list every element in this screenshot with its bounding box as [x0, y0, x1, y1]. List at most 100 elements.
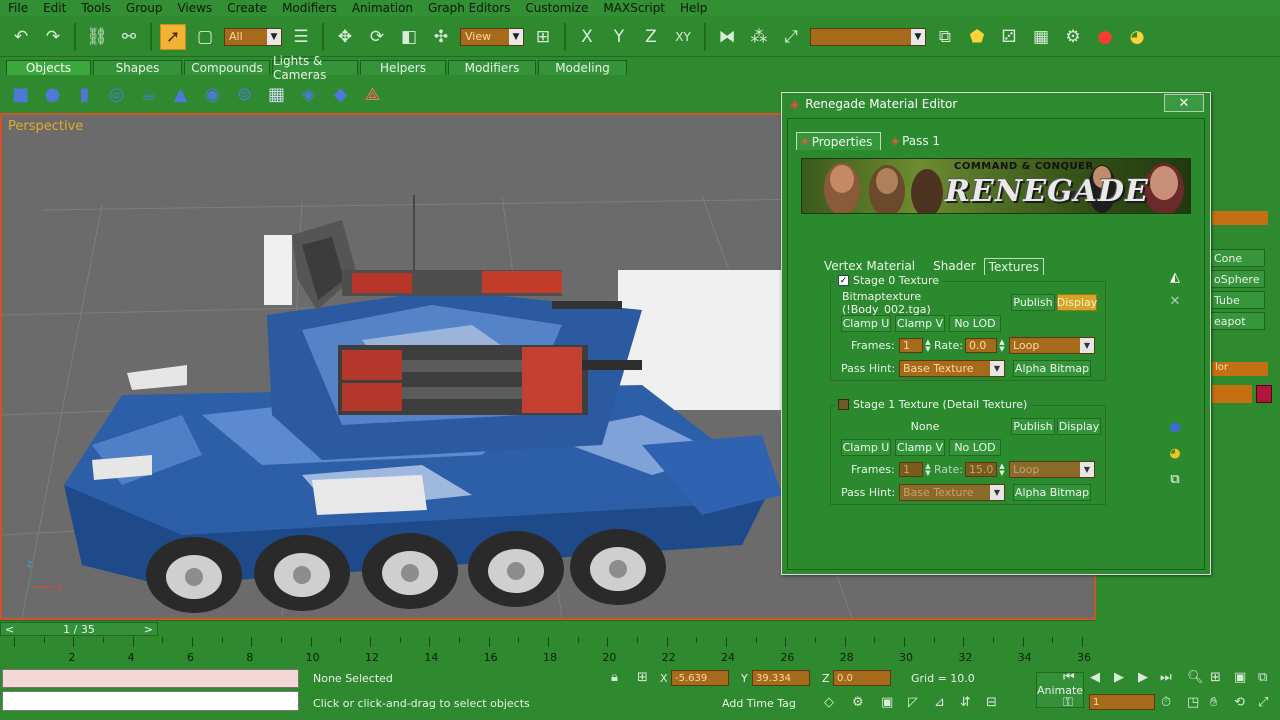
menu-item-create[interactable]: Create	[219, 1, 274, 15]
tab-compounds[interactable]: Compounds	[184, 60, 270, 75]
box-icon[interactable]: ■	[8, 82, 33, 107]
pivot-center-icon[interactable]: ⊞	[530, 24, 556, 50]
mirror-icon[interactable]: ⧓	[714, 24, 740, 50]
stage-1-alpha-bitmap-button[interactable]: Alpha Bitmap	[1013, 484, 1091, 501]
stage-1-loop-select[interactable]: Loop ▼	[1008, 461, 1095, 478]
spinner-arrows-icon[interactable]: ▲ ▼	[997, 462, 1007, 477]
teapot-icon[interactable]: ☕	[136, 82, 161, 107]
key-mode-icon[interactable]: ⚿	[1063, 695, 1073, 710]
stage-1-clamp-v-button[interactable]: Clamp V	[895, 439, 945, 456]
tab-helpers[interactable]: Helpers	[360, 60, 446, 75]
teapot-button[interactable]: eapot	[1209, 312, 1265, 330]
maximize-viewport-icon[interactable]: ⤢	[1258, 695, 1268, 710]
timeline[interactable]: 2 4 6 8 10 12 14 16 18 20 22 24 26 28 30 32 34 36	[0, 637, 1096, 664]
align-icon[interactable]: ⤢	[778, 24, 804, 50]
stage-0-clamp-v-button[interactable]: Clamp V	[895, 315, 945, 332]
stage-1-checkbox[interactable]	[838, 399, 849, 410]
reference-coordinate-select[interactable]: View ▼	[460, 27, 524, 46]
play-icon[interactable]: ▶	[1114, 670, 1124, 685]
undo-icon[interactable]: ↶	[8, 24, 34, 50]
x-coordinate-field[interactable]: -5.639	[671, 670, 729, 686]
stage-0-clamp-u-button[interactable]: Clamp U	[841, 315, 891, 332]
menu-item-group[interactable]: Group	[118, 1, 170, 15]
maxscript-listener-output[interactable]	[2, 691, 299, 711]
curve-editor-icon[interactable]: ⬟	[964, 24, 990, 50]
z-coordinate-field[interactable]: 0.0	[833, 670, 891, 686]
tab-lights-cameras[interactable]: Lights & Cameras	[272, 54, 358, 82]
sphere-preview-icon[interactable]: ●	[1165, 417, 1185, 437]
stage-1-rate-field[interactable]: 15.0	[964, 462, 997, 477]
stage-0-loop-select[interactable]: Loop ▼	[1008, 337, 1095, 354]
stage-0-no-lod-button[interactable]: No LOD	[949, 315, 1001, 332]
tab-vertex-material[interactable]: Vertex Material	[820, 258, 919, 275]
cone-icon[interactable]: ▲	[168, 82, 193, 107]
color-preview-icon[interactable]: ◕	[1165, 443, 1185, 463]
tab-shapes[interactable]: Shapes	[93, 60, 182, 75]
render-scene-icon[interactable]: ⚙	[1060, 24, 1086, 50]
zoom-all-icon[interactable]: ⊞	[1210, 670, 1221, 685]
bones-icon[interactable]: ⟁	[360, 82, 385, 107]
close-button[interactable]: ✕	[1164, 94, 1204, 112]
viewport-label[interactable]: Perspective	[8, 119, 83, 134]
active-shade-icon[interactable]: ◕	[1124, 24, 1150, 50]
stage-1-texture-button[interactable]: None	[841, 418, 1009, 435]
spinner-arrows-icon[interactable]: ▲ ▼	[923, 462, 933, 477]
stage-1-publish-button[interactable]: Publish	[1011, 418, 1055, 435]
named-selection-select[interactable]: ▼	[810, 27, 926, 46]
layer-icon[interactable]: ⧉	[932, 24, 958, 50]
tab-modeling[interactable]: Modeling	[538, 60, 627, 75]
pan-icon[interactable]: ✋︎	[1210, 695, 1217, 710]
zoom-extents-all-icon[interactable]: ⧉	[1258, 670, 1267, 685]
stage-1-frames-field[interactable]: 1	[899, 462, 923, 477]
menu-item-graph-editors[interactable]: Graph Editors	[420, 1, 517, 15]
crossing-icon[interactable]: ⚙	[852, 695, 864, 710]
current-frame-field[interactable]: 1	[1089, 694, 1155, 710]
material-slot-icon[interactable]: ◭	[1165, 267, 1185, 287]
schematic-view-icon[interactable]: ⚂	[996, 24, 1022, 50]
menu-item-modifiers[interactable]: Modifiers	[274, 1, 344, 15]
next-frame-icon[interactable]: ▶	[1138, 670, 1148, 685]
copy-icon[interactable]: ⧉	[1165, 469, 1185, 489]
animate-button[interactable]: Animate	[1036, 672, 1084, 708]
quick-render-icon[interactable]: ●	[1092, 24, 1118, 50]
menu-item-edit[interactable]: Edit	[35, 1, 73, 15]
prev-frame-icon[interactable]: ◀	[1090, 670, 1100, 685]
snap-icon[interactable]: ▣	[881, 695, 893, 710]
tab-shader[interactable]: Shader	[929, 258, 980, 275]
stage-1-display-button[interactable]: Display	[1057, 418, 1101, 435]
menu-item-views[interactable]: Views	[169, 1, 219, 15]
stage-0-publish-button[interactable]: Publish	[1011, 294, 1055, 311]
tab-properties[interactable]: ◈ Properties	[796, 132, 882, 150]
stage-0-alpha-bitmap-button[interactable]: Alpha Bitmap	[1013, 360, 1091, 377]
time-slider-prev[interactable]: <	[5, 623, 14, 636]
stage-0-rate-field[interactable]: 0.0	[964, 338, 997, 353]
torus-icon[interactable]: ◎	[104, 82, 129, 107]
axis-z-button[interactable]: Z	[638, 24, 664, 50]
tab-modifiers[interactable]: Modifiers	[448, 60, 536, 75]
menu-item-maxscript[interactable]: MAXScript	[595, 1, 672, 15]
lock-selection-icon[interactable]: 🔒︎	[611, 670, 618, 685]
percent-snap-icon[interactable]: ⊿	[934, 695, 945, 710]
time-slider[interactable]: < 1 / 35 >	[0, 622, 158, 636]
select-region-icon[interactable]: ▢	[192, 24, 218, 50]
stage-0-checkbox[interactable]: ✓	[838, 275, 849, 286]
tab-pass-1[interactable]: ◈ Pass 1	[887, 132, 948, 150]
arc-rotate-icon[interactable]: ⟲	[1234, 695, 1245, 710]
cone-button[interactable]: Cone	[1209, 249, 1265, 267]
zoom-extents-icon[interactable]: ▣	[1234, 670, 1246, 685]
delete-icon[interactable]: ✕	[1165, 291, 1185, 311]
axis-xy-button[interactable]: XY	[670, 24, 696, 50]
menu-item-file[interactable]: File	[0, 1, 35, 15]
array-icon[interactable]: ⁂	[746, 24, 772, 50]
scale-icon[interactable]: ◧	[396, 24, 422, 50]
sphere-icon[interactable]: ●	[40, 82, 65, 107]
go-to-start-icon[interactable]: ⏮	[1063, 670, 1075, 685]
menu-item-animation[interactable]: Animation	[344, 1, 420, 15]
axis-x-button[interactable]: X	[574, 24, 600, 50]
dialog-title-bar[interactable]: ◈ Renegade Material Editor ✕	[782, 93, 1210, 115]
time-config-icon[interactable]: ⏱	[1161, 695, 1171, 710]
select-object-icon[interactable]: ➚	[160, 23, 186, 50]
manipulate-icon[interactable]: ✣	[428, 24, 454, 50]
y-coordinate-field[interactable]: 39.334	[752, 670, 810, 686]
stage-0-frames-field[interactable]: 1	[899, 338, 923, 353]
